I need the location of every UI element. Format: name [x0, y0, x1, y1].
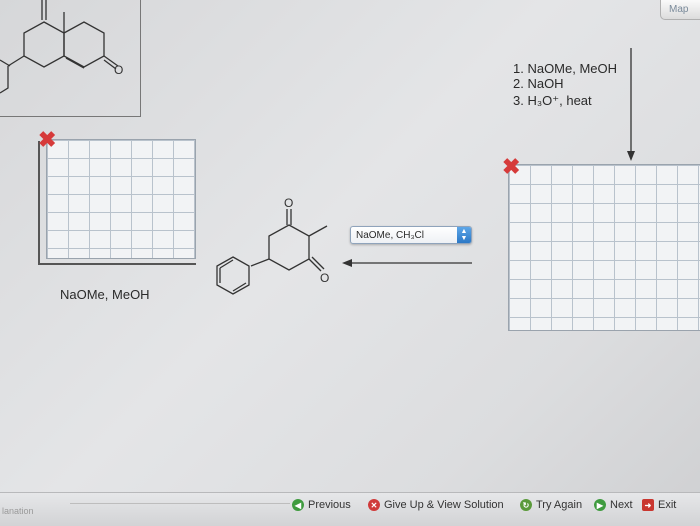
left-axis-horizontal	[38, 263, 196, 265]
spinner-arrows-icon[interactable]: ▲ ▼	[457, 227, 471, 243]
give-up-label: Give Up & View Solution	[384, 499, 504, 511]
reaction-arrow-left	[342, 259, 472, 267]
x-mark-icon[interactable]: ✖	[502, 156, 520, 178]
bottom-toolbar: lanation ◀ Previous ✕ Give Up & View Sol…	[0, 492, 700, 526]
reagent-step-1: 1. NaOMe, MeOH	[513, 61, 618, 76]
atom-o-label-top: O	[284, 196, 293, 210]
atom-o-label: O	[114, 63, 123, 77]
starting-material-structure: O	[0, 0, 123, 94]
reagent-step-3: 3. H₃O⁺, heat	[513, 93, 592, 108]
left-drawing-grid[interactable]	[46, 139, 196, 259]
previous-button[interactable]: ◀ Previous	[292, 499, 351, 511]
exit-button[interactable]: ➜ Exit	[642, 499, 676, 511]
left-drawing-box[interactable]: ✖	[34, 129, 196, 265]
atom-o-label-right: O	[320, 271, 329, 285]
explanation-tab[interactable]: lanation	[0, 502, 72, 520]
left-axis-vertical	[38, 141, 40, 265]
x-mark-icon[interactable]: ✖	[38, 129, 56, 151]
try-again-button[interactable]: ↻ Try Again	[520, 499, 582, 511]
next-label: Next	[610, 499, 633, 511]
center-molecule-structure: O O	[216, 196, 329, 295]
reaction-arrow-down	[627, 48, 635, 161]
reagent-left-label: NaOMe, MeOH	[60, 287, 150, 302]
map-button[interactable]: Map	[660, 0, 700, 20]
exit-label: Exit	[658, 499, 677, 511]
give-up-icon: ✕	[368, 499, 380, 511]
try-again-label: Try Again	[536, 499, 583, 511]
reagent-select-value: NaOMe, CH₃Cl	[356, 229, 424, 241]
next-button[interactable]: ▶ Next	[594, 499, 633, 511]
right-drawing-grid[interactable]	[508, 164, 700, 331]
right-drawing-box[interactable]: ✖	[502, 156, 700, 331]
starting-material-panel: O	[0, 0, 141, 117]
previous-label: Previous	[308, 499, 351, 511]
previous-icon: ◀	[292, 499, 304, 511]
try-again-icon: ↻	[520, 499, 532, 511]
give-up-button[interactable]: ✕ Give Up & View Solution	[368, 499, 504, 511]
next-icon: ▶	[594, 499, 606, 511]
reagent-step-2: 2. NaOH	[513, 76, 564, 91]
reagents-top-list: 1. NaOMe, MeOH 2. NaOH 3. H₃O⁺, heat	[513, 61, 617, 108]
reagent-select[interactable]: NaOMe, CH₃Cl ▲ ▼	[350, 226, 472, 244]
explanation-tab-label: lanation	[2, 506, 34, 516]
exit-icon: ➜	[642, 499, 654, 511]
toolbar-divider-line	[70, 503, 290, 504]
